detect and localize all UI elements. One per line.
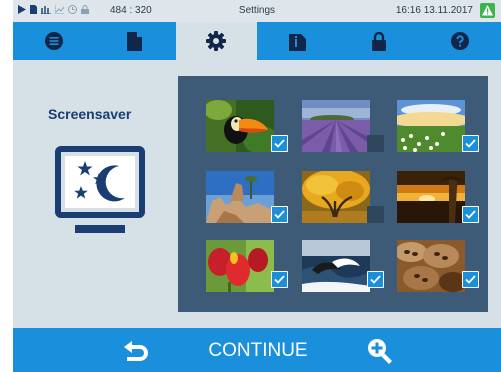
screensaver-gallery: [178, 76, 488, 312]
thumbnail-toucan[interactable]: [206, 100, 274, 152]
tab-menu[interactable]: [13, 22, 94, 60]
tab-info[interactable]: [257, 22, 338, 60]
status-bar: 484 : 320 Settings 16:16 13.11.2017: [13, 0, 501, 22]
lock-icon: [371, 31, 386, 51]
zoom-button[interactable]: [366, 337, 394, 365]
menu-list-icon: [44, 32, 63, 50]
back-button[interactable]: [121, 338, 151, 364]
help-icon: [451, 32, 470, 50]
tab-settings[interactable]: [175, 22, 257, 60]
settings-screen: 484 : 320 Settings 16:16 13.11.2017 Scre…: [13, 0, 501, 372]
time: 16:16: [395, 5, 421, 16]
thumbnail-lavender-field[interactable]: [302, 100, 370, 152]
screensaver-monitor-icon: [55, 146, 145, 243]
panel-title: Screensaver: [48, 106, 132, 122]
selected-checkbox[interactable]: [271, 206, 288, 223]
tab-lock[interactable]: [338, 22, 419, 60]
selected-checkbox[interactable]: [462, 135, 479, 152]
selected-checkbox[interactable]: [271, 271, 288, 288]
thumbnail-flower-meadow[interactable]: [397, 100, 465, 152]
thumbnail-sunset[interactable]: [397, 171, 465, 223]
gear-icon: [206, 31, 227, 51]
bottom-bar: CONTINUE: [13, 328, 501, 372]
tab-help[interactable]: [419, 22, 500, 60]
thumbnail-autumn-tree[interactable]: [302, 171, 370, 223]
selected-checkbox[interactable]: [462, 271, 479, 288]
back-arrow-icon: [124, 341, 148, 361]
date: 13.11.2017: [423, 5, 473, 16]
thumbnail-desert-rocks[interactable]: [206, 171, 274, 223]
info-document-icon: [289, 33, 307, 51]
continue-button[interactable]: CONTINUE: [193, 338, 323, 364]
selected-checkbox[interactable]: [462, 206, 479, 223]
unselected-checkbox[interactable]: [367, 206, 384, 223]
tab-documents[interactable]: [94, 22, 175, 60]
warning-icon[interactable]: [480, 3, 495, 18]
selected-checkbox[interactable]: [367, 271, 384, 288]
tab-bar: [13, 22, 501, 60]
document-icon: [127, 31, 143, 51]
thumbnail-coffee-beans[interactable]: [397, 240, 465, 292]
selected-checkbox[interactable]: [271, 135, 288, 152]
zoom-in-icon: [368, 339, 392, 364]
thumbnail-ocean-wave[interactable]: [302, 240, 370, 292]
datetime: 16:16 13.11.2017: [396, 5, 473, 16]
thumbnail-red-tulips[interactable]: [206, 240, 274, 292]
unselected-checkbox[interactable]: [367, 135, 384, 152]
